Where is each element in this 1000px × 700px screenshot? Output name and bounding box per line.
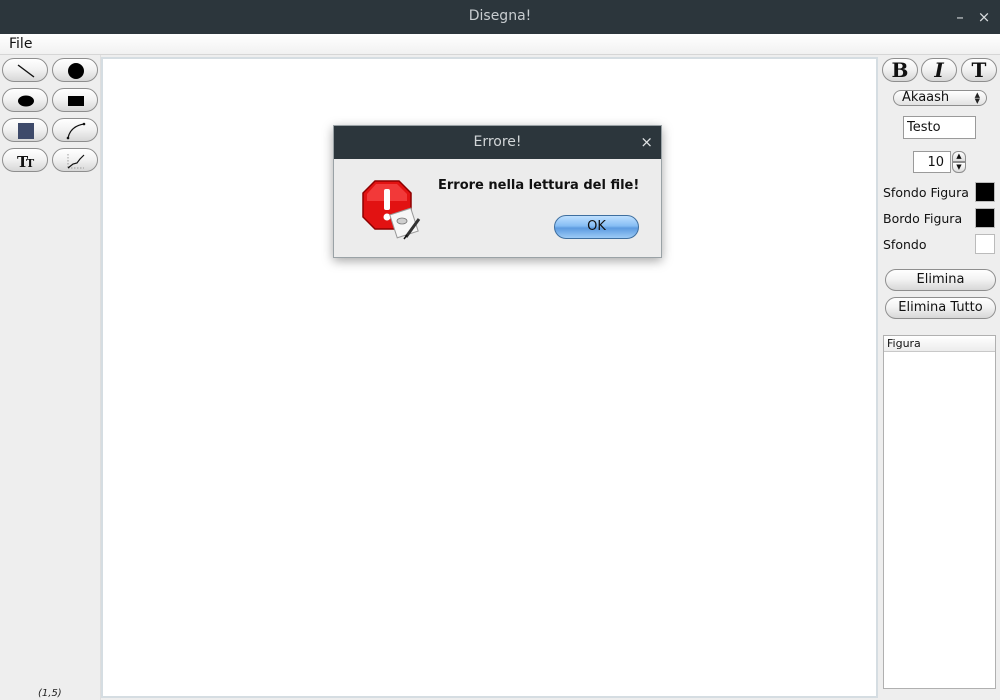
italic-button[interactable]: I (921, 58, 957, 82)
menu-file[interactable]: File (9, 36, 32, 52)
minimize-button[interactable]: – (950, 6, 970, 28)
dialog-title: Errore! (473, 134, 522, 150)
polyline-icon (67, 154, 85, 169)
ellipse-tool-button[interactable] (2, 88, 48, 112)
circle-tool-button[interactable] (52, 58, 98, 82)
background-color-label: Sfondo (883, 237, 927, 252)
curve-icon (66, 122, 86, 140)
line-icon (17, 64, 35, 78)
background-color-swatch[interactable] (975, 234, 995, 254)
background-color-row: Sfondo (883, 234, 997, 256)
font-size-spinner[interactable]: 10 ▲ ▼ (913, 151, 967, 173)
dialog-close-button[interactable]: × (640, 126, 653, 159)
text-tool-button[interactable]: T T (2, 148, 48, 172)
close-window-button[interactable]: × (974, 6, 994, 28)
cursor-coordinates: (1,5) (38, 688, 62, 699)
filled-ellipse-icon (18, 95, 34, 107)
font-select[interactable]: Akaash ▲ ▼ (893, 90, 987, 106)
svg-text:T: T (26, 157, 35, 170)
rectangle-tool-button[interactable] (52, 88, 98, 112)
fill-color-row: Sfondo Figura (883, 182, 997, 204)
figure-list[interactable]: Figura (883, 335, 996, 689)
polyline-tool-button[interactable] (52, 148, 98, 172)
border-color-swatch[interactable] (975, 208, 995, 228)
dialog-message: Errore nella lettura del file! (438, 178, 640, 193)
curve-tool-button[interactable] (52, 118, 98, 142)
filled-circle-icon (68, 63, 84, 79)
error-dialog: Errore! × Errore nella lettura del file!… (333, 125, 662, 258)
fill-color-label: Sfondo Figura (883, 185, 969, 200)
filled-rectangle-icon (68, 96, 84, 106)
spinner-down-icon[interactable]: ▼ (952, 162, 966, 173)
delete-all-button[interactable]: Elimina Tutto (885, 297, 996, 319)
ok-button[interactable]: OK (554, 215, 639, 239)
properties-panel: B I T Akaash ▲▼ 10 ▲ ▼ Sfondo Figura Bor… (878, 55, 1000, 700)
filled-square-icon (18, 123, 34, 139)
delete-button[interactable]: Elimina (885, 269, 996, 291)
select-arrows-icon: ▲ ▼ (974, 91, 980, 105)
shape-toolbar: T T (1,5) (0, 55, 101, 700)
error-stop-icon (362, 180, 421, 240)
text-style-button[interactable]: T (961, 58, 997, 82)
bold-button[interactable]: B (882, 58, 918, 82)
border-color-row: Bordo Figura (883, 208, 997, 230)
text-input[interactable] (903, 116, 976, 139)
window-title: Disegna! (468, 8, 532, 24)
title-bar: Disegna! – × (0, 0, 1000, 34)
spinner-up-icon[interactable]: ▲ (952, 151, 966, 162)
figure-list-header[interactable]: Figura (884, 336, 995, 352)
font-select-value: Akaash (902, 90, 950, 105)
line-tool-button[interactable] (2, 58, 48, 82)
font-size-value[interactable]: 10 (913, 151, 951, 173)
text-size-icon: T T (17, 153, 35, 171)
dialog-title-bar: Errore! × (334, 126, 661, 159)
fill-color-swatch[interactable] (975, 182, 995, 202)
menu-bar: File (0, 34, 1000, 55)
border-color-label: Bordo Figura (883, 211, 963, 226)
square-tool-button[interactable] (2, 118, 48, 142)
